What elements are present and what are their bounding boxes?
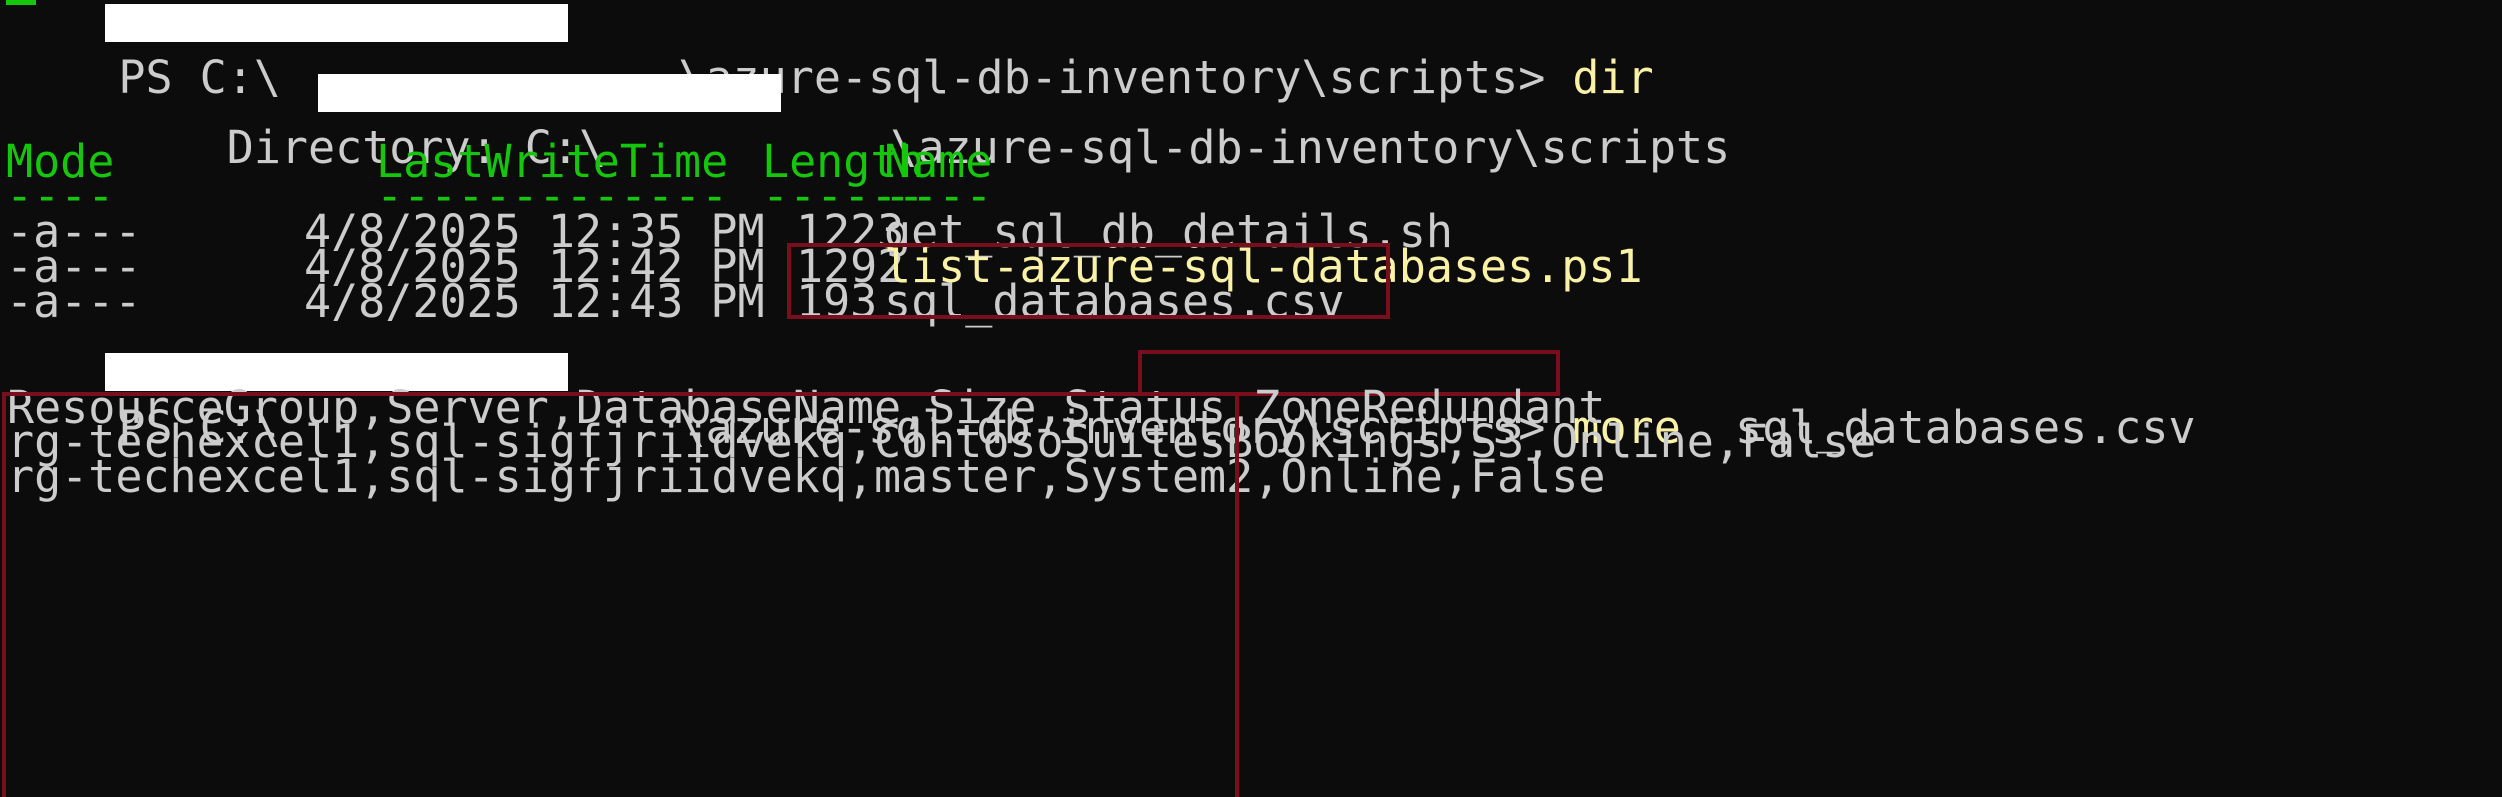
row-3-date: 4/8/2025 12:43 PM — [304, 275, 765, 328]
directory-suffix-line: \azure-sql-db-inventory\scripts — [782, 64, 1730, 174]
redacted-path-2 — [318, 74, 781, 112]
row-3-mode: -a--- — [6, 275, 142, 328]
directory-suffix: \azure-sql-db-inventory\scripts — [890, 121, 1731, 174]
prompt-path-1: \azure-sql-db-inventory\scripts> dir — [570, 0, 1653, 104]
terminal-window[interactable]: PS C:\ \azure-sql-db-inventory\scripts> … — [0, 0, 2502, 797]
highlight-box-files — [787, 243, 1390, 319]
highlight-box-csv — [2, 392, 1239, 797]
redacted-path-1 — [105, 4, 568, 42]
